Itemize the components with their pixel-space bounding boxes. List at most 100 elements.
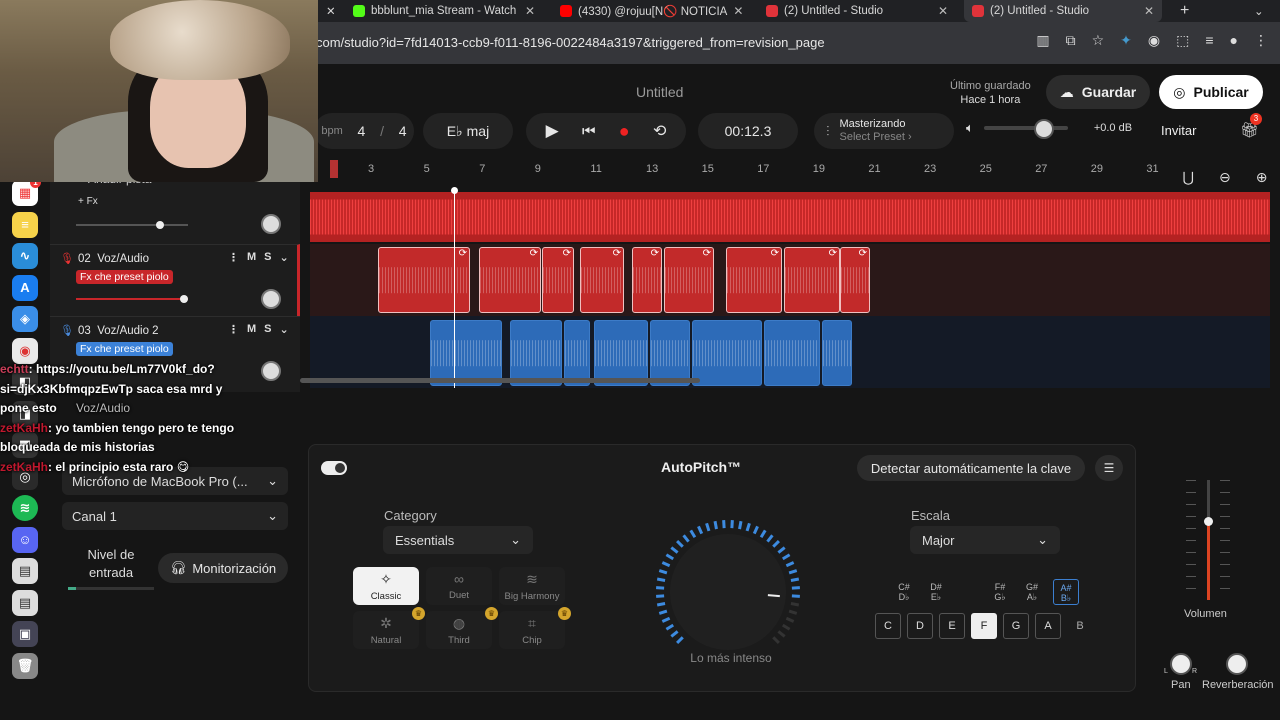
loop-clip-icon[interactable]: ⟳ (771, 248, 779, 259)
audio-clip[interactable]: ⟳ (840, 247, 870, 313)
track-2-title[interactable]: 02 Voz/Audio (78, 253, 149, 265)
audio-clip[interactable]: ⟳ (542, 247, 574, 313)
audio-clip[interactable]: ⟳ (479, 247, 541, 313)
speaker-icon[interactable]: 🔈︎ (966, 120, 974, 136)
tab-close-icon[interactable]: ✕ (938, 4, 948, 18)
gift-icon[interactable]: 🎁︎ 3 (1240, 113, 1262, 139)
key-g[interactable]: G (1003, 613, 1029, 639)
solo-button[interactable]: S (264, 323, 271, 336)
master-volume-slider[interactable] (983, 119, 1068, 139)
audio-clip[interactable]: ⟳ (580, 247, 624, 313)
publish-button[interactable]: ◎ Publicar (1159, 75, 1263, 109)
more-options-icon[interactable]: ⋮ (228, 323, 239, 336)
pan-knob[interactable] (261, 214, 281, 234)
tab-close-icon[interactable]: ✕ (525, 4, 535, 18)
trash-icon[interactable]: 🗑︎ (12, 652, 38, 679)
mute-button[interactable]: M (247, 251, 256, 264)
key-e[interactable]: E (939, 613, 965, 639)
loop-clip-icon[interactable]: ⟳ (563, 248, 571, 259)
style-chip[interactable]: ⌗ Chip ♛ (499, 607, 571, 649)
track-3-title[interactable]: 03 Voz/Audio 2 (78, 325, 159, 337)
key-g-sharp[interactable]: G# A♭ (1019, 579, 1045, 605)
solo-button[interactable]: S (264, 251, 271, 264)
project-title[interactable]: Untitled (636, 84, 683, 100)
new-tab-button[interactable]: + (1172, 0, 1196, 22)
extension-icon[interactable]: ✦ (1120, 32, 1132, 49)
time-sig-denominator[interactable]: 4 (399, 123, 407, 139)
key-a-sharp[interactable]: A# B♭ (1053, 579, 1079, 605)
loop-clip-icon[interactable]: ⟳ (859, 248, 867, 259)
audio-clip[interactable] (650, 320, 690, 386)
zoom-in-icon[interactable]: ⊕ (1256, 169, 1268, 186)
style-third[interactable]: ◍ Third ♛ (426, 607, 498, 649)
key-d[interactable]: D (907, 613, 933, 639)
play-icon[interactable]: ▶ (546, 121, 559, 141)
category-select[interactable]: Essentials ⌄ (383, 526, 533, 554)
key-d-sharp[interactable]: D# E♭ (923, 579, 949, 605)
safari-icon[interactable]: ◈ (12, 306, 38, 332)
key-c-sharp[interactable]: C# D♭ (891, 579, 917, 605)
audio-clip[interactable] (594, 320, 648, 386)
loop-icon[interactable]: ⟲ (653, 121, 666, 141)
intensity-knob[interactable] (653, 517, 803, 667)
save-button[interactable]: ☁ Guardar (1046, 75, 1150, 109)
horizontal-scrollbar[interactable] (300, 378, 700, 383)
loop-marker[interactable] (330, 160, 338, 178)
app-store-icon[interactable]: A (12, 274, 38, 301)
calendar-app-icon[interactable]: ▦ 1 (12, 177, 41, 206)
extensions-puzzle-icon[interactable]: ⬚ (1176, 32, 1189, 49)
volume-slider-thumb[interactable] (179, 295, 188, 303)
document-icon[interactable]: ▤ (12, 558, 38, 584)
pan-knob[interactable] (261, 361, 281, 381)
loop-clip-icon[interactable]: ⟳ (459, 248, 467, 259)
tab-close-icon[interactable]: ✕ (733, 4, 743, 18)
spotify-icon[interactable]: ≋ (12, 495, 38, 521)
zoom-out-icon[interactable]: ⊖ (1219, 169, 1231, 186)
document-icon[interactable]: ▤ (12, 589, 38, 616)
audio-clip[interactable]: ⟳ (784, 247, 840, 313)
fx-preset-badge[interactable]: Fx che preset piolo (76, 342, 173, 356)
loop-clip-icon[interactable]: ⟳ (530, 248, 538, 259)
tab-list-chevron-icon[interactable]: ⌄ (1246, 0, 1266, 22)
audio-clip[interactable] (764, 320, 820, 386)
tab-studio-2[interactable]: (2) Untitled - Studio ✕ (964, 0, 1162, 22)
tab-close-icon[interactable]: ✕ (318, 0, 334, 22)
add-fx-button[interactable]: + Fx (78, 196, 98, 207)
freeform-app-icon[interactable]: ∿ (12, 243, 38, 269)
loop-clip-icon[interactable]: ⟳ (613, 248, 621, 259)
chevron-down-icon[interactable]: ⌄ (280, 251, 289, 264)
track-volume-slider[interactable] (76, 221, 188, 229)
url-input[interactable]: com/studio?id=7fd14013-ccb9-f011-8196-00… (316, 35, 825, 50)
loop-clip-icon[interactable]: ⟳ (703, 248, 711, 259)
audio-clip[interactable] (430, 320, 502, 386)
skip-back-icon[interactable]: ⏮ (582, 123, 596, 140)
volume-slider-thumb[interactable] (1204, 517, 1213, 526)
key-f-sharp[interactable]: F# G♭ (987, 579, 1013, 605)
reading-mode-icon[interactable]: ▥ (1036, 32, 1049, 49)
audio-clip[interactable]: ⟳ (726, 247, 782, 313)
snap-magnet-icon[interactable]: ⋃ (1183, 169, 1194, 186)
notes-app-icon[interactable]: ≡ (12, 211, 38, 238)
detect-key-button[interactable]: Detectar automáticamente la clave (857, 455, 1085, 481)
invite-button[interactable]: Invitar (1161, 123, 1196, 138)
track-2-header[interactable]: 🎙︎ 02 Voz/Audio ⋮ M S ⌄ Fx che preset piolo (50, 244, 300, 316)
bookmark-star-icon[interactable]: ☆ (1092, 32, 1105, 49)
audio-clip[interactable] (692, 320, 762, 386)
mute-button[interactable]: M (247, 323, 256, 336)
loop-clip-icon[interactable]: ⟳ (829, 248, 837, 259)
monitoring-button[interactable]: 🎧︎ Monitorización (158, 553, 288, 583)
profile-avatar[interactable]: ● (1230, 32, 1238, 49)
tab-close-icon[interactable]: ✕ (1144, 4, 1154, 18)
record-icon[interactable]: ● (619, 121, 630, 142)
audio-clip[interactable]: ⟳ (664, 247, 714, 313)
screenshot-icon[interactable]: ▣ (12, 621, 38, 647)
audio-clip[interactable]: ⟳ (632, 247, 662, 313)
browser-menu-icon[interactable]: ⋮ (1254, 32, 1268, 49)
install-app-icon[interactable]: ⧉ (1066, 32, 1076, 49)
autopitch-toggle[interactable] (321, 461, 347, 475)
timeline-ruler[interactable]: 3 5 7 9 11 13 15 17 19 21 23 25 27 29 31 (310, 160, 1170, 180)
audio-clip[interactable] (822, 320, 852, 386)
key-f[interactable]: F (971, 613, 997, 639)
chevron-down-icon[interactable]: ⌄ (280, 323, 289, 336)
scale-select[interactable]: Major ⌄ (910, 526, 1060, 554)
